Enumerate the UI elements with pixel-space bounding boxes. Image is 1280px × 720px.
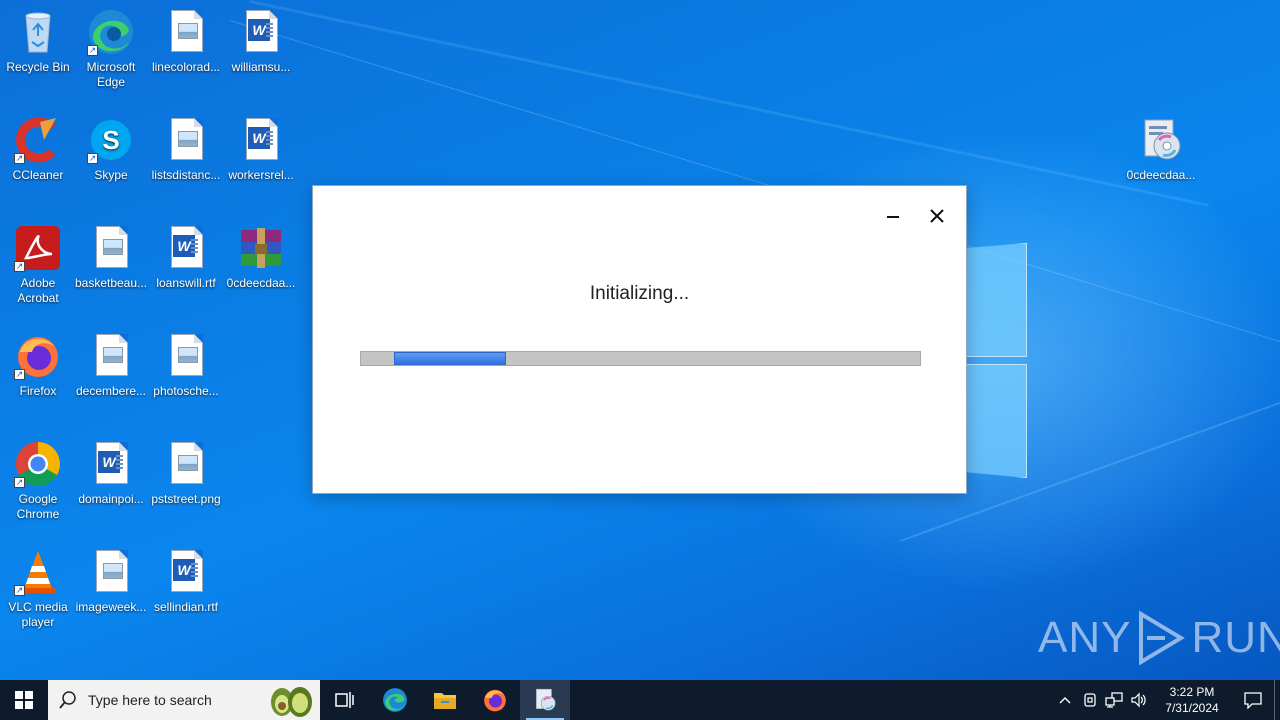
anyrun-watermark: ANY RUN [1038, 608, 1280, 668]
watermark-text-left: ANY [1038, 613, 1132, 662]
search-highlight-icon [271, 687, 312, 717]
ccleaner-icon: ↗ [14, 116, 62, 164]
volume-button[interactable] [1126, 680, 1152, 720]
vlc-icon: ↗ [14, 548, 62, 596]
image-file-icon [87, 332, 135, 380]
desktop-icon-skype[interactable]: S ↗ Skype [73, 116, 149, 183]
image-file-icon [87, 224, 135, 272]
desktop-icon-0cdeecdaa-installer[interactable]: 0cdeecdaa... [1123, 116, 1199, 183]
word-file-icon: W [162, 548, 210, 596]
image-file-icon [87, 548, 135, 596]
edge-icon [383, 688, 407, 712]
start-button[interactable] [0, 680, 48, 720]
desktop-icon-microsoft-edge[interactable]: ↗ Microsoft Edge [73, 8, 149, 90]
taskbar-edge[interactable] [370, 680, 420, 720]
installer-icon [1137, 116, 1185, 164]
minimize-icon [887, 216, 899, 218]
desktop-icon-imageweek[interactable]: imageweek... [73, 548, 149, 615]
minimize-button[interactable] [881, 204, 905, 228]
volume-icon [1131, 692, 1146, 708]
action-center-button[interactable] [1232, 680, 1274, 720]
tray-device-icon-button[interactable] [1078, 680, 1102, 720]
installer-dialog: Initializing... [312, 185, 967, 494]
file-explorer-icon [434, 693, 456, 709]
image-file-icon [162, 440, 210, 488]
desktop-icon-ccleaner[interactable]: ↗ CCleaner [0, 116, 76, 183]
progress-fill [394, 352, 506, 365]
search-placeholder: Type here to search [88, 692, 212, 708]
desktop-icon-domainpoi[interactable]: W domainpoi... [73, 440, 149, 507]
taskbar-firefox[interactable] [470, 680, 520, 720]
chrome-icon: ↗ [14, 440, 62, 488]
word-file-icon: W [237, 116, 285, 164]
search-icon [48, 691, 88, 709]
recycle-bin-icon [14, 8, 62, 56]
desktop-icon-firefox[interactable]: ↗ Firefox [0, 332, 76, 399]
desktop-icon-adobe-acrobat[interactable]: ↗ Adobe Acrobat [0, 224, 76, 306]
desktop-icon-vlc[interactable]: ↗ VLC media player [0, 548, 76, 630]
task-view-icon [335, 692, 354, 708]
close-button[interactable] [925, 204, 949, 228]
desktop-icon-photosche[interactable]: photosche... [148, 332, 224, 399]
firefox-icon [484, 689, 506, 712]
image-file-icon [162, 116, 210, 164]
progress-bar [360, 351, 921, 366]
skype-icon: S ↗ [87, 116, 135, 164]
system-tray: 3:22 PM 7/31/2024 [1052, 680, 1280, 720]
firefox-icon: ↗ [14, 332, 62, 380]
desktop-icon-sellindian[interactable]: W sellindian.rtf [148, 548, 224, 615]
desktop-icon-linecolorad[interactable]: linecolorad... [148, 8, 224, 75]
desktop-icon-decembere[interactable]: decembere... [73, 332, 149, 399]
svg-text:S: S [102, 125, 119, 155]
desktop-icon-google-chrome[interactable]: ↗ Google Chrome [0, 440, 76, 522]
play-logo-icon [1139, 610, 1186, 666]
clock-date: 7/31/2024 [1165, 701, 1219, 715]
image-file-icon [162, 8, 210, 56]
taskbar-clock[interactable]: 3:22 PM 7/31/2024 [1152, 680, 1232, 720]
taskbar-file-explorer[interactable] [420, 680, 470, 720]
light-beam [249, 0, 1209, 207]
desktop-icon-loanswill[interactable]: W loanswill.rtf [148, 224, 224, 291]
desktop-icon-recycle-bin[interactable]: Recycle Bin [0, 8, 76, 75]
desktop-icon-workersrel[interactable]: W workersrel... [223, 116, 299, 183]
task-view-button[interactable] [320, 680, 370, 720]
close-icon [930, 209, 944, 223]
word-file-icon: W [87, 440, 135, 488]
word-file-icon: W [237, 8, 285, 56]
notification-icon [1244, 692, 1262, 709]
taskbar-search-box[interactable]: Type here to search [48, 680, 320, 720]
word-file-icon: W [162, 224, 210, 272]
network-icon [1105, 692, 1123, 708]
taskbar-installer[interactable] [520, 680, 570, 720]
taskbar: Type here to search 3:22 PM 7/31/2024 [0, 680, 1280, 720]
desktop-icon-listsdistanc[interactable]: listsdistanc... [148, 116, 224, 183]
network-button[interactable] [1102, 680, 1126, 720]
desktop-icon-williamsu[interactable]: W williamsu... [223, 8, 299, 75]
show-hidden-icons-button[interactable] [1052, 680, 1078, 720]
image-file-icon [162, 332, 210, 380]
desktop-icon-pststreet[interactable]: pststreet.png [148, 440, 224, 507]
winrar-icon [237, 224, 285, 272]
installer-icon [536, 688, 556, 711]
show-desktop-button[interactable] [1274, 680, 1280, 720]
edge-icon: ↗ [87, 8, 135, 56]
device-icon [1084, 693, 1096, 707]
chevron-up-icon [1059, 697, 1071, 704]
clock-time: 3:22 PM [1169, 685, 1215, 699]
watermark-text-right: RUN [1191, 613, 1280, 662]
desktop-icon-0cdeecdaa-archive[interactable]: 0cdeecdaa... [223, 224, 299, 291]
acrobat-icon: ↗ [14, 224, 62, 272]
desktop-icon-basketbeau[interactable]: basketbeau... [73, 224, 149, 291]
windows-start-icon [15, 691, 33, 709]
status-text: Initializing... [589, 283, 690, 304]
